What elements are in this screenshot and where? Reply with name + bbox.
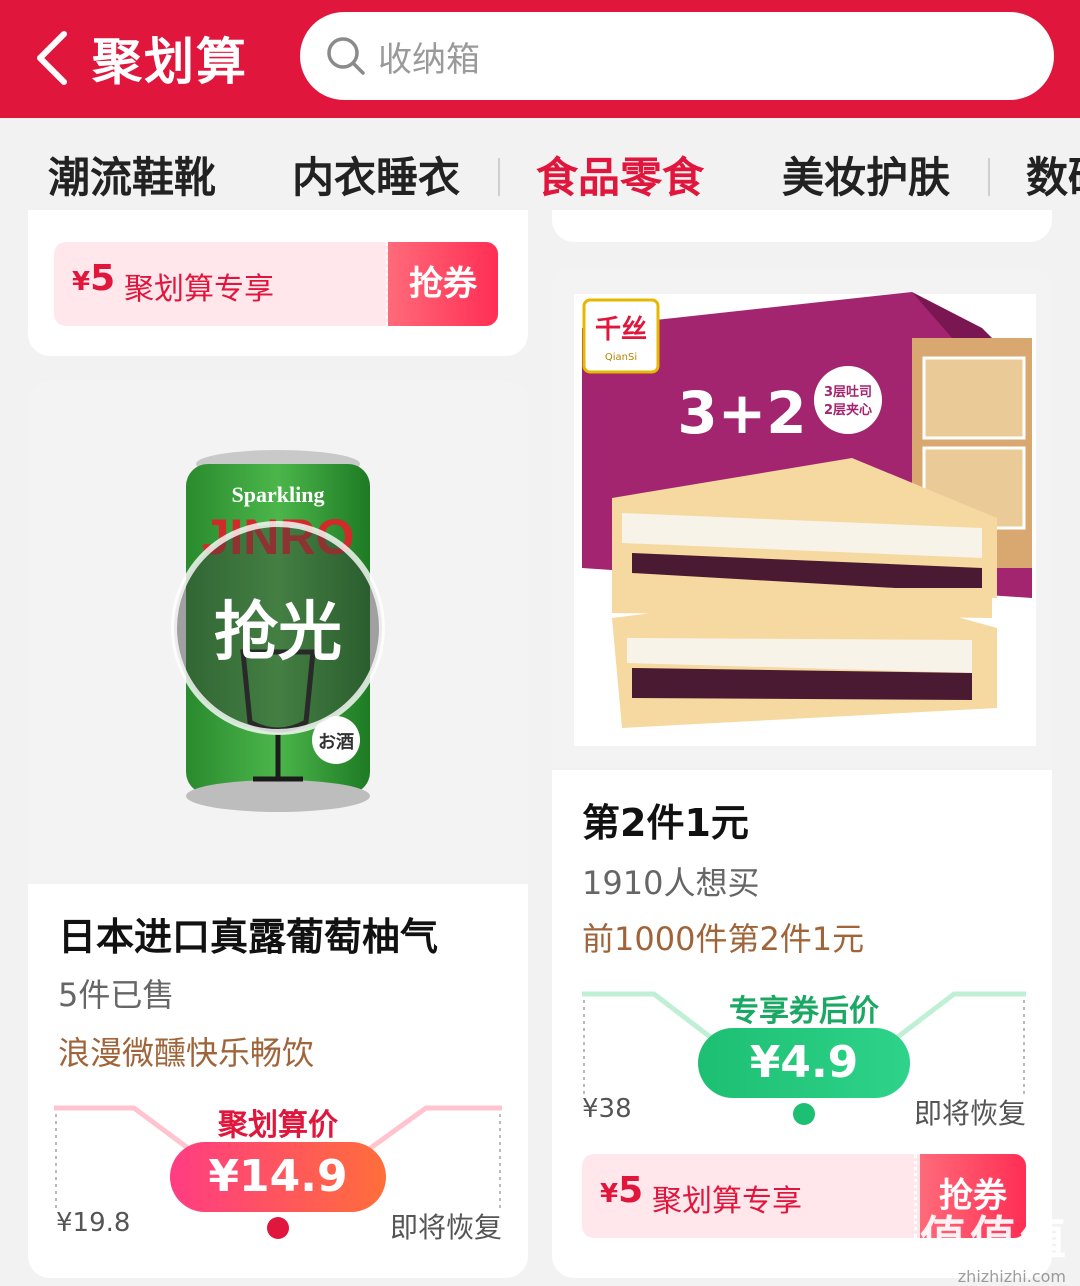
current-price: ¥4.9 [698, 1028, 910, 1098]
tab-digital[interactable]: 数码 [1026, 144, 1080, 205]
sandwich-image: 千丝 QianSi 3+2 3层吐司 2层夹心 [574, 292, 1036, 746]
page-title: 聚划算 [92, 33, 248, 91]
want-count: 1910人想买 [582, 864, 760, 902]
coupon-row: ¥5 聚划算专享 抢券 [54, 242, 498, 326]
price-block: 聚划算价 ¥14.9 ¥19.8 即将恢复 [54, 1100, 502, 1250]
product-title: 日本进口真露葡萄柚气 [58, 915, 439, 959]
current-price: ¥14.9 [170, 1142, 386, 1212]
brand-logo: 千丝 [595, 315, 647, 345]
product-image: 千丝 QianSi 3+2 3层吐司 2层夹心 [552, 268, 1052, 770]
tab-divider [498, 158, 500, 196]
coupon-label: 聚划算专享 [652, 1184, 802, 1219]
watermark-url: zhizhizhi.com [957, 1267, 1066, 1286]
product-promo: 浪漫微醺快乐畅饮 [58, 1034, 315, 1072]
search-placeholder: 收纳箱 [378, 40, 480, 80]
coupon-amount: ¥5 [72, 258, 116, 299]
price-block: 专享券后价 ¥4.9 ¥38 即将恢复 [582, 986, 1026, 1136]
sold-count: 5件已售 [58, 976, 175, 1014]
can-brand-top: Sparkling [232, 482, 325, 507]
product-image: Sparkling JINRO お酒 抢光 [28, 382, 528, 884]
search-input[interactable]: 收纳箱 [300, 12, 1054, 100]
coupon-label: 聚划算专享 [124, 272, 274, 307]
top-bar: 聚划算 收纳箱 [0, 0, 1080, 118]
brand-logo-sub: QianSi [605, 352, 637, 363]
original-price: ¥38 [582, 1094, 632, 1124]
price-caption: 聚划算价 [218, 1108, 338, 1143]
tab-beauty[interactable]: 美妆护肤 [782, 144, 950, 205]
tab-underwear[interactable]: 内衣睡衣 [292, 144, 460, 205]
tab-food[interactable]: 食品零食 [536, 144, 704, 205]
original-price: ¥19.8 [56, 1208, 131, 1238]
back-arrow-icon[interactable] [30, 28, 74, 88]
product-card-jinro[interactable]: Sparkling JINRO お酒 抢光 日本进口真露葡萄柚气 5件已售 浪漫… [28, 382, 528, 1278]
product-promo: 前1000件第2件1元 [582, 920, 865, 958]
box-text: 3+2 [677, 379, 806, 447]
can-badge: お酒 [318, 731, 354, 753]
price-caption: 专享券后价 [729, 994, 879, 1029]
tab-divider [988, 158, 990, 196]
tab-shoes[interactable]: 潮流鞋靴 [48, 144, 216, 205]
box-note-2: 2层夹心 [824, 402, 872, 418]
product-card-partial[interactable]: ¥5 聚划算专享 抢券 [28, 210, 528, 356]
product-card-qiansi[interactable]: 千丝 QianSi 3+2 3层吐司 2层夹心 第2件1元 1910人想买 前1… [552, 268, 1052, 1278]
search-icon [327, 37, 365, 75]
sold-out-overlay: 抢光 [214, 596, 342, 670]
jinro-can-image: Sparkling JINRO お酒 抢光 [171, 450, 385, 812]
product-card-partial-edge [552, 210, 1052, 242]
box-note-1: 3层吐司 [824, 384, 872, 400]
product-title: 第2件1元 [582, 801, 749, 845]
restore-note: 即将恢复 [913, 1097, 1026, 1130]
grab-coupon-button[interactable]: 抢券 [388, 242, 498, 326]
coupon-amount: ¥5 [600, 1170, 644, 1211]
restore-note: 即将恢复 [389, 1211, 502, 1244]
watermark-text: 值值值 [920, 1211, 1070, 1265]
